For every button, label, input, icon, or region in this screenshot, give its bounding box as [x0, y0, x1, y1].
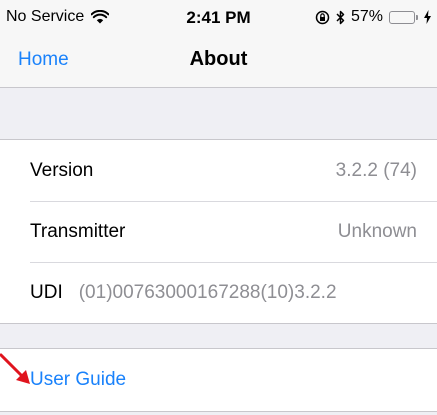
bluetooth-icon — [336, 10, 345, 24]
battery-percent: 57% — [350, 8, 383, 25]
annotation-arrow-icon — [0, 353, 30, 384]
transmitter-value: Unknown — [337, 220, 417, 242]
page-title: About — [189, 48, 248, 70]
udi-label: UDI — [30, 281, 63, 303]
transmitter-label: Transmitter — [30, 220, 126, 242]
version-label: Version — [30, 159, 94, 181]
charging-icon — [424, 10, 431, 24]
transmitter-row: Transmitter Unknown — [0, 201, 437, 262]
about-info-list: Version 3.2.2 (74) Transmitter Unknown U… — [0, 139, 437, 324]
status-right: 57% — [315, 8, 431, 26]
version-row: Version 3.2.2 (74) — [0, 140, 437, 201]
navigation-bar: Home About — [0, 34, 437, 88]
battery-icon — [389, 10, 418, 24]
status-bar: No Service 2:41 PM 57% — [0, 0, 437, 34]
version-value: 3.2.2 (74) — [335, 159, 417, 181]
orientation-lock-icon — [315, 10, 330, 24]
links-list: User Guide — [0, 348, 437, 412]
udi-value: (01)00763000167288(10)3.2.2 — [78, 281, 337, 303]
user-guide-link[interactable]: User Guide — [0, 349, 437, 411]
udi-row: UDI (01)00763000167288(10)3.2.2 — [0, 262, 437, 323]
